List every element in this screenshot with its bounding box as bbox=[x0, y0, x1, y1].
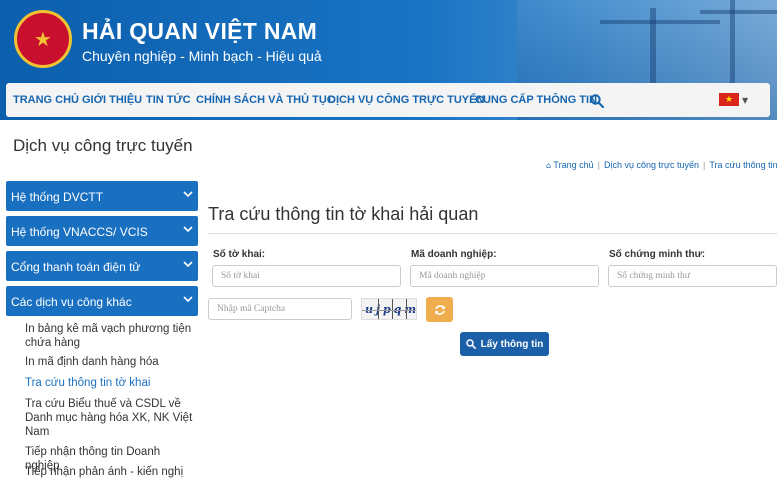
get-info-button[interactable]: Lấy thông tin bbox=[460, 332, 549, 356]
search-icon bbox=[465, 339, 476, 349]
declaration-number-label: Số tờ khai: bbox=[213, 249, 266, 260]
page-title: Dịch vụ công trực tuyến bbox=[13, 136, 193, 155]
captcha-image: ujpqm bbox=[361, 298, 417, 320]
breadcrumb: ⌂ Trang chủ | Dịch vụ công trực tuyến | Tra … bbox=[546, 160, 777, 170]
site-title[interactable]: HẢI QUAN VIỆT NAM bbox=[82, 18, 317, 45]
captcha-noise-line bbox=[362, 310, 416, 311]
nav-item-online-services[interactable]: DỊCH VỤ CÔNG TRỰC TUYẾN bbox=[328, 94, 484, 106]
chevron-down-icon bbox=[183, 261, 193, 268]
nav-item-information[interactable]: CUNG CẤP THÔNG TIN bbox=[475, 94, 597, 106]
id-card-input[interactable] bbox=[608, 265, 777, 287]
divider bbox=[208, 233, 777, 234]
chevron-down-icon bbox=[183, 296, 193, 303]
get-info-label: Lấy thông tin bbox=[480, 338, 544, 350]
refresh-icon bbox=[434, 304, 445, 315]
id-card-label: Số chứng minh thư: bbox=[609, 249, 706, 260]
site-tagline: Chuyên nghiệp - Minh bạch - Hiệu quả bbox=[82, 48, 322, 64]
sidebar-group-label: Các dịch vụ công khác bbox=[11, 295, 132, 309]
crane-decoration bbox=[700, 10, 777, 14]
nav-item-news[interactable]: TIN TỨC bbox=[146, 94, 191, 106]
enterprise-code-label: Mã doanh nghiệp: bbox=[411, 249, 497, 260]
sidebar-group-payment[interactable]: Cổng thanh toán điện tử bbox=[6, 251, 198, 281]
sidebar-group-other-services[interactable]: Các dịch vụ công khác bbox=[6, 286, 198, 316]
sidebar-group-label: Cổng thanh toán điện tử bbox=[11, 260, 141, 274]
nav-item-policies[interactable]: CHÍNH SÁCH VÀ THỦ TỤC bbox=[196, 94, 335, 106]
sidebar-group-dvctt[interactable]: Hệ thống DVCTT bbox=[6, 181, 198, 211]
sidebar-group-label: Hệ thống VNACCS/ VCIS bbox=[11, 225, 148, 239]
refresh-captcha-button[interactable] bbox=[426, 297, 453, 322]
breadcrumb-current[interactable]: Tra cứu thông tin tờ bbox=[709, 160, 777, 170]
form-title: Tra cứu thông tin tờ khai hải quan bbox=[208, 204, 479, 224]
sidebar-sub-item[interactable]: Tra cứu Biểu thuế và CSDL về Danh mục hà… bbox=[25, 397, 197, 439]
enterprise-code-input[interactable] bbox=[410, 265, 599, 287]
sidebar-sub-item[interactable]: Tiếp nhận phản ánh - kiến nghị bbox=[25, 465, 197, 479]
sidebar-sub-item[interactable]: In bảng kê mã vạch phương tiện chứa hàng bbox=[25, 322, 197, 350]
sidebar-sub-item[interactable]: In mã định danh hàng hóa bbox=[25, 355, 197, 369]
star-icon: ★ bbox=[34, 27, 52, 51]
sidebar-sub-item-active[interactable]: Tra cứu thông tin tờ khai bbox=[25, 376, 197, 390]
vietnam-flag-icon[interactable]: ★ bbox=[719, 93, 739, 106]
chevron-down-icon[interactable]: ▼ bbox=[742, 96, 748, 105]
breadcrumb-online-services[interactable]: Dịch vụ công trực tuyến bbox=[604, 160, 699, 170]
nav-item-home[interactable]: TRANG CHỦ bbox=[13, 94, 79, 106]
chevron-down-icon bbox=[183, 191, 193, 198]
search-icon[interactable] bbox=[590, 94, 604, 108]
home-icon: ⌂ bbox=[546, 161, 552, 170]
crane-decoration bbox=[600, 20, 720, 24]
captcha-input[interactable] bbox=[208, 298, 352, 320]
declaration-number-input[interactable] bbox=[212, 265, 401, 287]
nav-item-about[interactable]: GIỚI THIỆU bbox=[82, 94, 142, 106]
vietnam-customs-emblem-icon[interactable]: ★ bbox=[14, 10, 72, 68]
sidebar-group-label: Hệ thống DVCTT bbox=[11, 190, 104, 204]
sidebar-group-vnaccs[interactable]: Hệ thống VNACCS/ VCIS bbox=[6, 216, 198, 246]
breadcrumb-home[interactable]: Trang chủ bbox=[553, 160, 593, 170]
chevron-down-icon bbox=[183, 226, 193, 233]
